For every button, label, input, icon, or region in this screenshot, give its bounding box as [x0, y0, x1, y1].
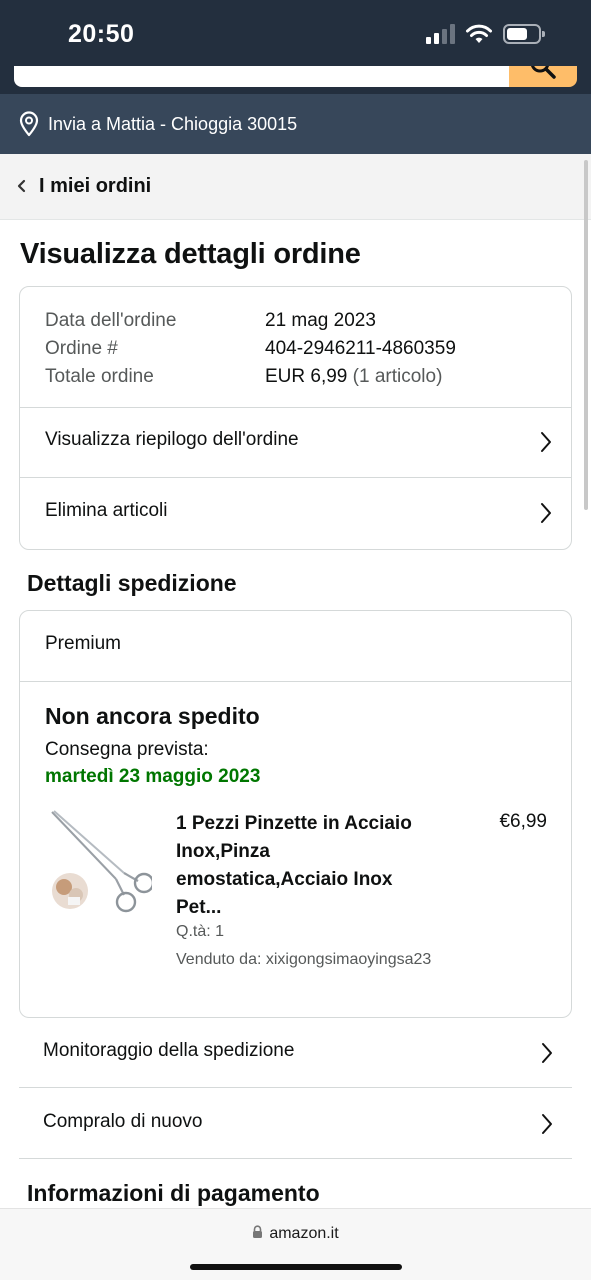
order-number-value: 404-2946211-4860359: [265, 338, 456, 359]
wifi-icon: [466, 24, 492, 43]
order-date-value: 21 mag 2023: [265, 310, 376, 331]
status-bar: 20:50: [0, 0, 591, 66]
order-summary: Data dell'ordine 21 mag 2023 Ordine # 40…: [45, 307, 456, 391]
product-title-link[interactable]: 1 Pezzi Pinzette in Acciaio Inox,Pinza e…: [176, 810, 426, 922]
delete-items-label: Elimina articoli: [45, 500, 168, 521]
lock-icon: [253, 1225, 263, 1238]
product-quantity: Q.tà: 1: [176, 923, 225, 940]
search-input[interactable]: [14, 66, 510, 87]
track-shipment-label: Monitoraggio della spedizione: [43, 1040, 295, 1061]
cellular-signal-icon: [426, 24, 456, 44]
search-button[interactable]: [509, 66, 577, 87]
delivery-estimate-label: Consegna prevista:: [45, 739, 209, 760]
order-date-label: Data dell'ordine: [45, 310, 177, 331]
page-title: Visualizza dettagli ordine: [20, 238, 361, 270]
browser-address-bar[interactable]: amazon.it: [0, 1208, 591, 1280]
order-total-items: (1 articolo): [352, 366, 443, 387]
shipping-type: Premium: [45, 633, 122, 654]
shipment-card: Premium Non ancora spedito Consegna prev…: [19, 610, 572, 1018]
order-total-label: Totale ordine: [45, 366, 154, 387]
chevron-right-icon: [542, 1043, 552, 1063]
chevron-right-icon: [541, 503, 551, 523]
order-total-value: EUR 6,99: [265, 366, 348, 387]
view-order-summary-link[interactable]: Visualizza riepilogo dell'ordine: [20, 407, 571, 477]
divider: [20, 681, 571, 682]
status-time: 20:50: [68, 20, 135, 48]
back-label: I miei ordini: [39, 175, 152, 197]
delete-items-link[interactable]: Elimina articoli: [20, 478, 571, 548]
product-seller: Venduto da: xixigongsimaoyingsa23: [176, 951, 432, 968]
shipping-section-title: Dettagli spedizione: [27, 570, 237, 596]
buy-again-link[interactable]: Compralo di nuovo: [19, 1089, 572, 1159]
buy-again-label: Compralo di nuovo: [43, 1111, 203, 1132]
home-indicator[interactable]: [190, 1264, 402, 1270]
chevron-right-icon: [542, 1114, 552, 1134]
deliver-to-bar[interactable]: Invia a Mattia - Chioggia 30015: [0, 94, 591, 154]
payment-section-title: Informazioni di pagamento: [27, 1180, 320, 1206]
order-summary-card: Data dell'ordine 21 mag 2023 Ordine # 40…: [19, 286, 572, 550]
location-pin-icon: [19, 111, 39, 137]
order-number-label: Ordine #: [45, 338, 118, 359]
track-shipment-link[interactable]: Monitoraggio della spedizione: [19, 1018, 572, 1088]
delivery-estimate-date: martedì 23 maggio 2023: [45, 766, 261, 787]
chevron-right-icon: [541, 432, 551, 452]
shipment-status: Non ancora spedito: [45, 703, 260, 729]
search-icon: [530, 66, 556, 79]
deliver-to-text: Invia a Mattia - Chioggia 30015: [48, 114, 298, 134]
product-price: €6,99: [499, 811, 547, 832]
browser-url: amazon.it: [269, 1225, 339, 1242]
product-image[interactable]: [46, 809, 152, 915]
chevron-left-icon: [17, 179, 26, 193]
back-to-orders-link[interactable]: I miei ordini: [0, 154, 591, 220]
scrollbar[interactable]: [584, 160, 588, 510]
battery-icon: [503, 24, 545, 44]
view-order-summary-label: Visualizza riepilogo dell'ordine: [45, 429, 299, 450]
